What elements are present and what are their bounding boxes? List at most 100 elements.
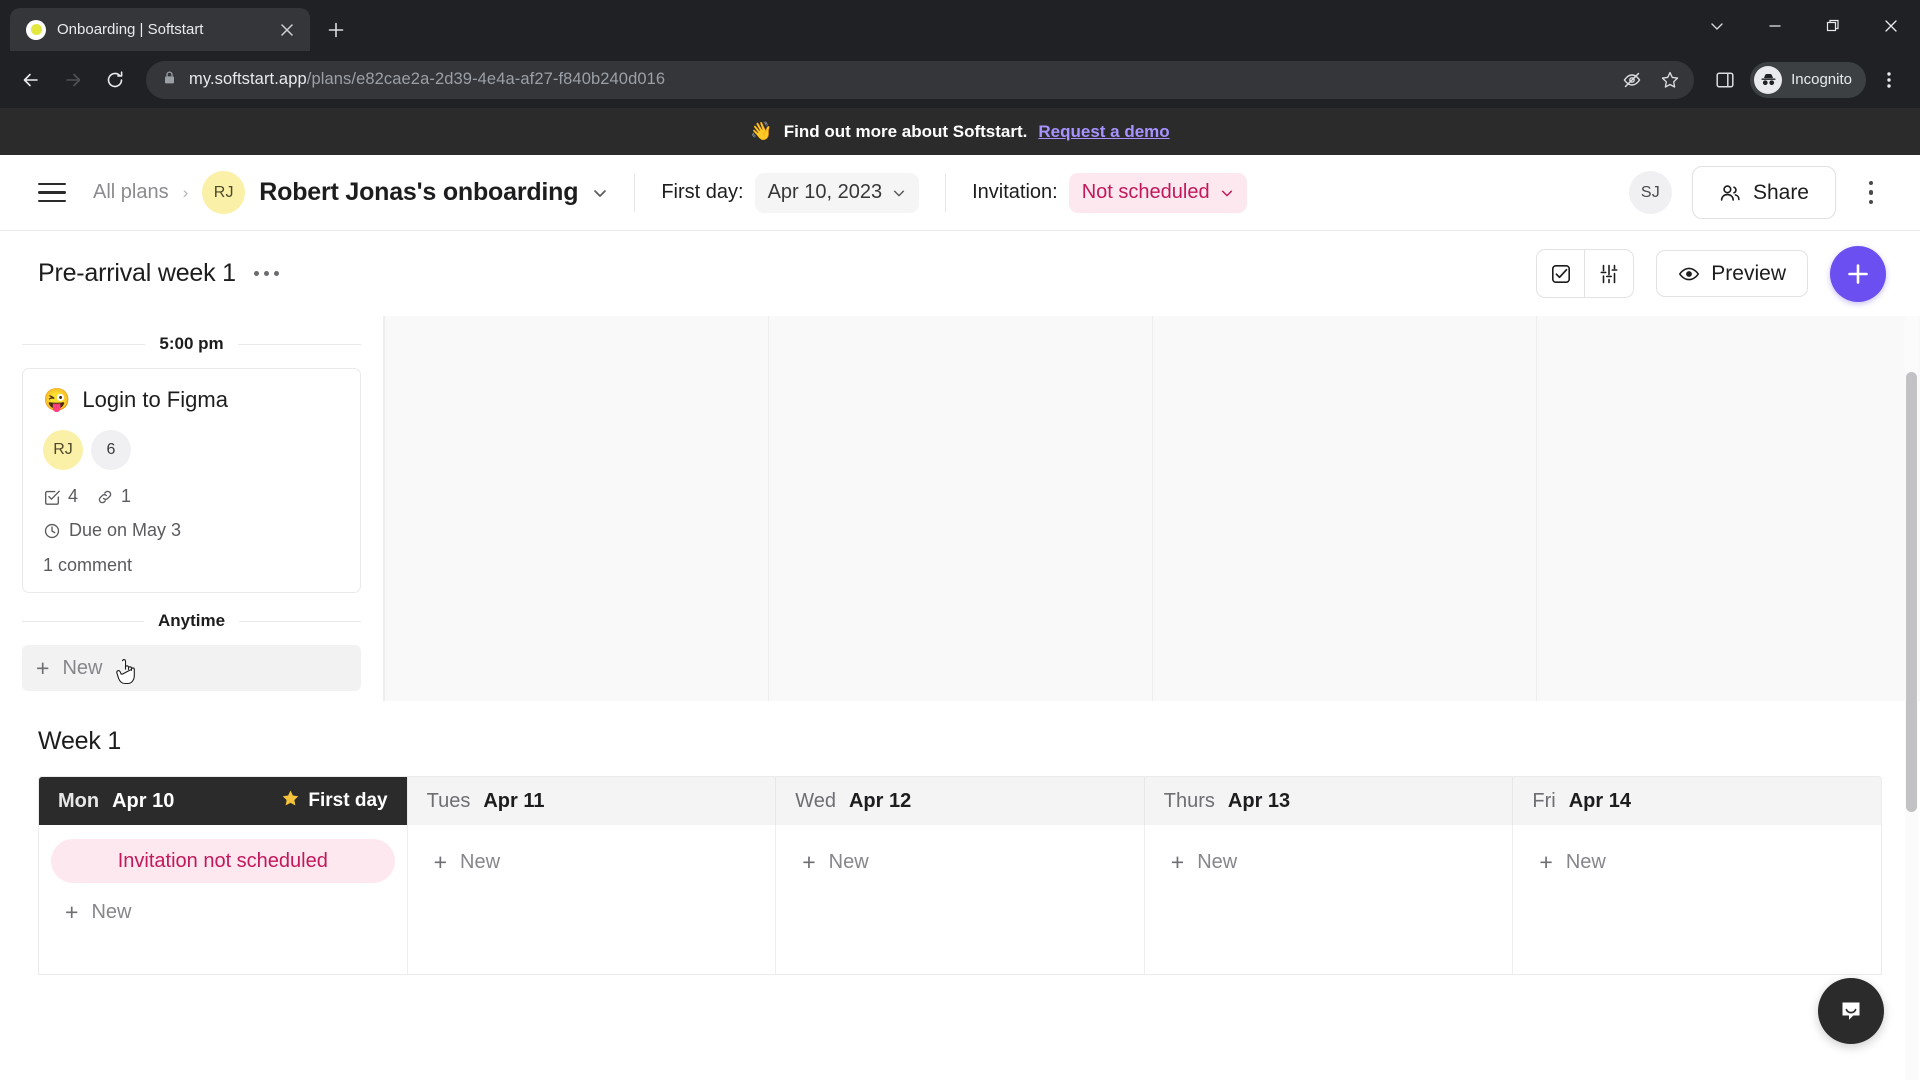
scrollbar-thumb[interactable] xyxy=(1906,372,1917,812)
add-new-label: New xyxy=(1197,850,1238,873)
prearrival-day-column-2[interactable] xyxy=(384,316,768,701)
add-new-label: New xyxy=(460,850,501,873)
reload-icon[interactable] xyxy=(96,61,134,99)
prearrival-day-column-4[interactable] xyxy=(1152,316,1536,701)
plan-board: 5:00 pm 😜 Login to Figma RJ 6 4 1 Due on… xyxy=(0,316,1920,1080)
header-more-kebab-icon[interactable] xyxy=(1856,178,1886,208)
chat-widget-button[interactable] xyxy=(1818,978,1884,1044)
day-header-fri[interactable]: Fri Apr 14 xyxy=(1512,777,1881,825)
share-button[interactable]: Share xyxy=(1691,166,1836,219)
day-body-tues: + New xyxy=(406,825,776,974)
browser-menu-kebab-icon[interactable] xyxy=(1870,61,1908,99)
breadcrumb-all-plans[interactable]: All plans xyxy=(93,181,169,204)
url-path: /plans/e82cae2a-2d39-4e4a-af27-f840b240d… xyxy=(306,70,666,88)
checkbox-icon[interactable] xyxy=(1537,250,1586,297)
sliders-filter-icon[interactable] xyxy=(1585,250,1633,297)
plus-icon: + xyxy=(1539,848,1553,875)
new-tab-button[interactable] xyxy=(319,13,353,47)
prearrival-day-column-5[interactable] xyxy=(1536,316,1920,701)
bookmark-star-icon[interactable] xyxy=(1654,64,1686,96)
task-assignee-count: 6 xyxy=(91,430,131,470)
incognito-icon xyxy=(1754,65,1783,94)
tab-close-icon[interactable] xyxy=(274,17,300,43)
plan-chevron-down-icon[interactable] xyxy=(592,185,608,201)
first-day-date: Apr 10, 2023 xyxy=(767,181,883,203)
add-new-thurs-button[interactable]: + New xyxy=(1157,839,1501,885)
page-content: 👋 Find out more about Softstart. Request… xyxy=(0,108,1920,1080)
incognito-indicator[interactable]: Incognito xyxy=(1750,61,1866,98)
chevron-down-icon xyxy=(1221,190,1232,196)
plus-icon: + xyxy=(65,898,79,925)
section-title: Pre-arrival week 1 xyxy=(38,259,236,287)
task-due-text: Due on May 3 xyxy=(69,520,182,540)
add-item-button[interactable] xyxy=(1830,245,1886,302)
mouse-cursor xyxy=(114,659,138,693)
preview-button[interactable]: Preview xyxy=(1656,250,1808,297)
address-bar-url: my.softstart.app/plans/e82cae2a-2d39-4e4… xyxy=(189,70,665,89)
request-demo-link[interactable]: Request a demo xyxy=(1038,122,1169,142)
task-card[interactable]: 😜 Login to Figma RJ 6 4 1 Due on May 3 1… xyxy=(22,368,361,593)
prearrival-grid: 5:00 pm 😜 Login to Figma RJ 6 4 1 Due on… xyxy=(0,316,1920,701)
back-arrow-icon[interactable] xyxy=(12,61,50,99)
view-toggle-group xyxy=(1536,249,1635,298)
day-of-week: Wed xyxy=(795,789,836,812)
tab-strip: Onboarding | Softstart xyxy=(0,0,1920,51)
user-avatar[interactable]: SJ xyxy=(1628,171,1672,214)
day-body-thurs: + New xyxy=(1143,825,1513,974)
browser-tab[interactable]: Onboarding | Softstart xyxy=(10,8,310,51)
promo-banner: 👋 Find out more about Softstart. Request… xyxy=(0,108,1920,155)
add-new-mon-button[interactable]: + New xyxy=(51,889,395,935)
add-new-label: New xyxy=(1565,850,1606,873)
task-emoji-icon: 😜 xyxy=(43,387,71,412)
window-controls xyxy=(1688,0,1920,51)
vertical-scrollbar[interactable] xyxy=(1905,316,1918,1080)
day-of-week: Mon xyxy=(58,789,100,812)
task-card-title-row: 😜 Login to Figma xyxy=(43,387,340,413)
add-new-fri-button[interactable]: + New xyxy=(1525,839,1869,885)
day-of-week: Fri xyxy=(1532,789,1556,812)
forward-arrow-icon[interactable] xyxy=(54,61,92,99)
eye-off-icon[interactable] xyxy=(1616,64,1648,96)
browser-window: Onboarding | Softstart my.softstart.app/… xyxy=(0,0,1920,1080)
task-checklist-count: 4 xyxy=(68,486,79,506)
hamburger-menu-icon[interactable] xyxy=(38,182,66,203)
day-header-wed[interactable]: Wed Apr 12 xyxy=(775,777,1144,825)
first-day-badge-label: First day xyxy=(308,790,388,811)
invitation-status-badge[interactable]: Not scheduled xyxy=(1068,172,1247,213)
add-new-wed-button[interactable]: + New xyxy=(788,839,1132,885)
day-body-mon: Invitation not scheduled + New xyxy=(39,825,407,974)
plus-icon: + xyxy=(36,654,50,681)
breadcrumb-separator: › xyxy=(182,182,189,202)
minimize-icon[interactable] xyxy=(1746,0,1804,51)
task-assignees: RJ 6 xyxy=(43,430,340,470)
address-bar[interactable]: my.softstart.app/plans/e82cae2a-2d39-4e4… xyxy=(146,60,1695,99)
page-title[interactable]: Robert Jonas's onboarding xyxy=(259,178,578,207)
day-header-mon[interactable]: Mon Apr 10 First day xyxy=(39,777,407,825)
first-day-badge: First day xyxy=(281,789,388,814)
section-ellipsis-icon[interactable] xyxy=(252,265,281,282)
tab-search-chevron-down-icon[interactable] xyxy=(1688,0,1746,51)
time-divider-label: 5:00 pm xyxy=(159,334,224,353)
side-panel-icon[interactable] xyxy=(1706,61,1744,99)
prearrival-day-column-3[interactable] xyxy=(768,316,1152,701)
time-divider: 5:00 pm xyxy=(22,316,361,368)
invitation-not-scheduled-pill[interactable]: Invitation not scheduled xyxy=(51,839,395,883)
lock-icon xyxy=(162,70,177,90)
tab-title: Onboarding | Softstart xyxy=(57,21,204,38)
add-new-tues-button[interactable]: + New xyxy=(420,839,764,885)
plus-icon: + xyxy=(1170,848,1185,875)
window-close-icon[interactable] xyxy=(1862,0,1920,51)
add-new-anytime-button[interactable]: + New xyxy=(22,645,361,691)
day-header-thurs[interactable]: Thurs Apr 13 xyxy=(1143,777,1513,825)
checkbox-icon xyxy=(45,490,60,505)
first-day-value[interactable]: Apr 10, 2023 xyxy=(754,172,920,213)
task-comment-count: 1 comment xyxy=(43,555,133,575)
header-actions: SJ Share xyxy=(1628,166,1886,219)
day-header-tues[interactable]: Tues Apr 11 xyxy=(406,777,776,825)
maximize-icon[interactable] xyxy=(1804,0,1862,51)
app-header: All plans › RJ Robert Jonas's onboarding… xyxy=(0,155,1920,231)
chevron-down-icon xyxy=(893,190,905,196)
day-date: Apr 13 xyxy=(1227,789,1291,812)
add-new-label: New xyxy=(91,900,132,923)
task-assignee-avatar: RJ xyxy=(43,430,83,470)
